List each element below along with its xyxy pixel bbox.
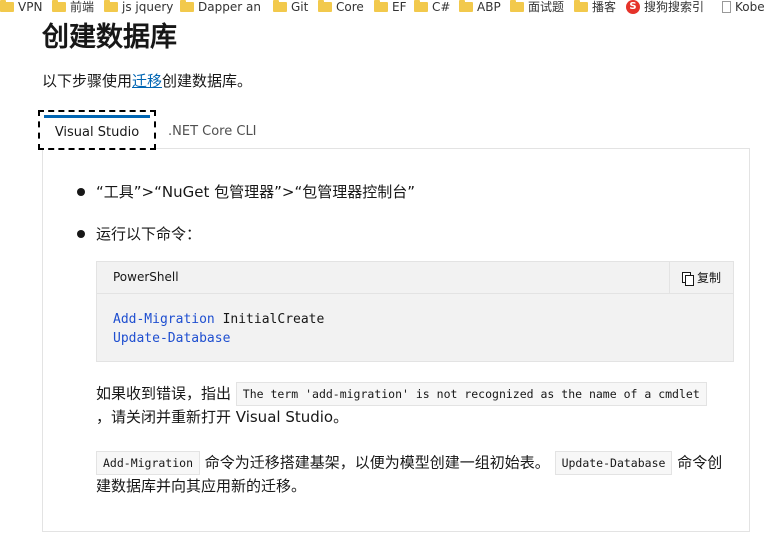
bookmark-label: Dapper an [198,0,261,14]
code-block: PowerShell 复制 Add-Migration InitialCreat… [96,261,734,362]
bookmark-label: 搜狗搜索引 [644,0,705,14]
folder-icon [0,0,14,12]
bookmark-sogou[interactable]: S 搜狗搜索引 [626,0,704,14]
folder-icon [374,0,388,12]
folder-icon [414,0,428,12]
bookmark-label: 前端 [70,0,95,14]
bookmark-label: 播客 [592,0,617,14]
intro-suffix: 创建数据库。 [162,72,253,90]
bookmark-core[interactable]: Core [318,0,364,14]
folder-icon [510,0,524,12]
explanation-paragraph: Add-Migration 命令为迁移搭建基架，以便为模型创建一组初始表。 Up… [96,451,736,497]
bookmark-label: Core [336,0,364,14]
bookmark-podcast[interactable]: 播客 [574,0,616,14]
inline-code-error: The term 'add-migration' is not recogniz… [235,382,707,406]
migrations-link[interactable]: 迁移 [132,72,162,90]
bookmark-git[interactable]: Git [273,0,308,14]
bookmark-label: 面试题 [528,0,565,14]
intro-prefix: 以下步骤使用 [42,72,133,90]
code-header: PowerShell 复制 [97,262,733,294]
bookmark-label: js jquery [122,0,174,14]
page-title: 创建数据库 [42,22,177,53]
list-bullet [77,230,85,238]
bookmark-js-jquery[interactable]: js jquery [104,0,173,14]
copy-button[interactable]: 复制 [669,262,733,293]
tab-label: Visual Studio [54,125,140,140]
folder-icon [273,0,287,12]
code-language-label: PowerShell [113,270,179,284]
error-note: 如果收到错误，指出 The term 'add-migration' is no… [96,382,736,428]
code-argument: InitialCreate [214,312,325,327]
code-command: Update-Database [113,331,231,346]
bookmark-csharp[interactable]: C# [414,0,450,14]
bookmark-label: C# [432,0,451,14]
document-icon [722,1,731,13]
list-bullet [77,188,85,196]
folder-icon [180,0,194,12]
bookmark-label: Git [291,0,309,14]
bookmark-label: Kobe [735,0,765,14]
bookmark-kobe[interactable]: Kobe [722,0,765,14]
bookmark-interview[interactable]: 面试题 [510,0,564,14]
step-run-commands: 运行以下命令： [96,225,202,243]
bookmark-label: EF [392,0,407,14]
folder-icon [104,0,118,12]
inline-code-add-migration: Add-Migration [96,451,201,475]
folder-icon [318,0,332,12]
tab-dotnet-cli[interactable]: .NET Core CLI [168,124,257,139]
explanation-text-1: 命令为迁移搭建基架，以便为模型创建一组初始表。 [200,453,555,472]
folder-icon [574,0,588,12]
bookmarks-bar: VPN 前端 js jquery Dapper an Git Core EF C… [0,0,774,14]
folder-icon [52,0,66,12]
step-tools-menu: “工具”>“NuGet 包管理器”>“包管理器控制台” [96,183,415,201]
copy-icon [681,271,694,286]
error-note-prefix: 如果收到错误，指出 [96,384,236,403]
code-content: Add-Migration InitialCreate Update-Datab… [113,310,324,348]
code-command: Add-Migration [113,312,215,327]
tab-visual-studio[interactable]: Visual Studio [38,110,156,150]
intro-paragraph: 以下步骤使用迁移创建数据库。 [42,70,252,92]
bookmark-ef[interactable]: EF [374,0,406,14]
error-note-suffix: ，请关闭并重新打开 Visual Studio。 [96,408,349,426]
bookmark-abp[interactable]: ABP [459,0,501,14]
active-tab-indicator [44,115,150,118]
inline-code-update-database: Update-Database [554,451,673,475]
bookmark-frontend[interactable]: 前端 [52,0,94,14]
bookmark-vpn[interactable]: VPN [0,0,42,14]
sogou-icon: S [626,0,640,14]
bookmark-label: VPN [18,0,43,14]
folder-icon [459,0,473,12]
bookmark-label: ABP [477,0,501,14]
bookmark-dapper[interactable]: Dapper an [180,0,261,14]
copy-label: 复制 [696,271,721,285]
